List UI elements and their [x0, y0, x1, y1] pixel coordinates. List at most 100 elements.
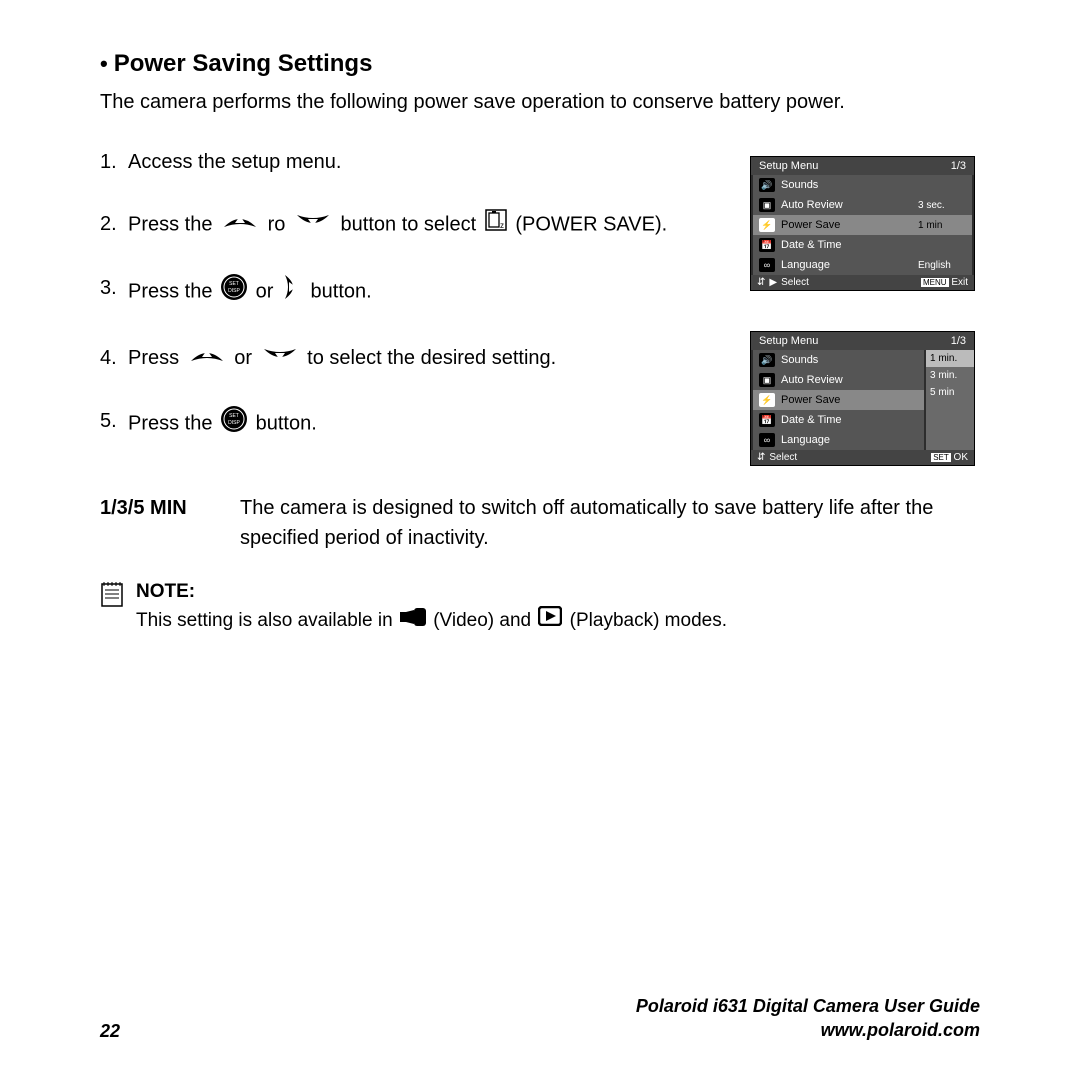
row-label: Auto Review — [781, 374, 918, 386]
step-2: 2. Press the ro button to select z (POWE… — [100, 208, 720, 242]
screen-footer: ⇵ Select SET OK — [751, 450, 974, 465]
footer-left: Select — [769, 452, 797, 463]
updown-icon: ⇵ — [757, 452, 765, 463]
page-number: 22 — [100, 1021, 120, 1042]
sounds-icon: 🔊 — [759, 178, 775, 192]
step-1: 1. Access the setup menu. — [100, 146, 720, 178]
page-footer: 22 Polaroid i631 Digital Camera User Gui… — [100, 995, 980, 1042]
language-icon: ∞ — [759, 433, 775, 447]
language-icon: ∞ — [759, 258, 775, 272]
row-label: Auto Review — [781, 199, 912, 211]
screen-footer: ⇵▶ Select MENU Exit — [751, 275, 974, 290]
t: to select the desired setting. — [307, 347, 556, 369]
t: button. — [311, 280, 372, 302]
lcd-screenshot-2: Setup Menu 1/3 🔊 Sounds ▣ Auto Review ⚡ … — [750, 331, 975, 466]
guide-url: www.polaroid.com — [636, 1019, 980, 1042]
option: 3 min. — [926, 367, 974, 384]
step-3: 3. Press the SETDISP or button. — [100, 272, 720, 312]
t: This setting is also available in — [136, 610, 393, 631]
row-val: English — [918, 260, 966, 271]
guide-title: Polaroid i631 Digital Camera User Guide — [636, 995, 980, 1018]
t: Press the — [128, 412, 212, 434]
step-num: 4. — [100, 342, 128, 375]
intro-text: The camera performs the following power … — [100, 88, 980, 116]
t: (Playback) modes. — [570, 610, 727, 631]
t: ro — [268, 213, 286, 235]
step-body: Press or to select the desired setting. — [128, 342, 720, 375]
video-mode-icon — [400, 607, 426, 636]
option-selected: 1 min. — [926, 350, 974, 367]
step-num: 5. — [100, 405, 128, 443]
step-num: 1. — [100, 146, 128, 178]
t: button. — [256, 412, 317, 434]
notepad-icon — [100, 580, 124, 608]
note-label: NOTE: — [136, 578, 727, 607]
definition-term: 1/3/5 MIN — [100, 493, 240, 553]
menu-row: 📅 Date & Time — [753, 235, 972, 255]
t: Press the — [128, 280, 212, 302]
header-title: Setup Menu — [759, 160, 818, 172]
menu-row: 🔊 Sounds — [753, 175, 972, 195]
menu-row: 📅 Date & Time — [753, 410, 924, 430]
row-label: Date & Time — [781, 414, 918, 426]
menu-row: ∞ Language English — [753, 255, 972, 275]
screen-body: 🔊 Sounds ▣ Auto Review ⚡ Power Save 📅 Da… — [751, 350, 974, 450]
step-5: 5. Press the SETDISP button. — [100, 405, 720, 443]
datetime-icon: 📅 — [759, 413, 775, 427]
menu-row-selected: ⚡ Power Save — [753, 390, 924, 410]
menu-badge: MENU — [921, 278, 949, 287]
updown-icon: ⇵ — [757, 277, 765, 288]
row-label: Language — [781, 259, 912, 271]
footer-right: Polaroid i631 Digital Camera User Guide … — [636, 995, 980, 1042]
step-body: Press the SETDISP or button. — [128, 272, 720, 312]
footer-right: OK — [954, 452, 968, 463]
definition-body: The camera is designed to switch off aut… — [240, 493, 980, 553]
section-title: •Power Saving Settings — [100, 50, 980, 78]
step-body: Press the SETDISP button. — [128, 405, 720, 443]
datetime-icon: 📅 — [759, 238, 775, 252]
svg-text:SET: SET — [229, 413, 239, 419]
step-body: Access the setup menu. — [128, 146, 720, 178]
option: 5 min — [926, 384, 974, 401]
menu-row: ▣ Auto Review — [753, 370, 924, 390]
menu-row-selected: ⚡ Power Save 1 min — [753, 215, 972, 235]
autoreview-icon: ▣ — [759, 198, 775, 212]
up-button-icon — [187, 343, 227, 375]
lcd-screenshot-1: Setup Menu 1/3 🔊 Sounds ▣ Auto Review 3 … — [750, 156, 975, 291]
note-body: This setting is also available in (Video… — [136, 606, 727, 636]
row-label: Power Save — [781, 219, 912, 231]
t: (Video) and — [433, 610, 531, 631]
header-page: 1/3 — [951, 160, 966, 172]
set-badge: SET — [931, 453, 951, 462]
row-label: Date & Time — [781, 239, 912, 251]
title-text: Power Saving Settings — [114, 50, 373, 77]
menu-row: 🔊 Sounds — [753, 350, 924, 370]
t: button to select — [341, 213, 477, 235]
footer-left: Select — [781, 277, 809, 288]
screen-left: 🔊 Sounds ▣ Auto Review ⚡ Power Save 📅 Da… — [751, 350, 926, 450]
row-label: Sounds — [781, 179, 912, 191]
row-label: Language — [781, 434, 918, 446]
playback-mode-icon — [538, 606, 562, 636]
powersave-icon: ⚡ — [759, 218, 775, 232]
row-val: 3 sec. — [918, 200, 966, 211]
svg-text:DISP: DISP — [228, 420, 240, 426]
t: Press — [128, 347, 179, 369]
t: or — [256, 280, 274, 302]
content-row: 1. Access the setup menu. 2. Press the r… — [100, 146, 980, 473]
down-button-icon — [293, 209, 333, 241]
menu-row: ▣ Auto Review 3 sec. — [753, 195, 972, 215]
definition-block: 1/3/5 MIN The camera is designed to swit… — [100, 493, 980, 553]
header-page: 1/3 — [951, 335, 966, 347]
footer-right: Exit — [951, 277, 968, 288]
up-button-icon — [220, 209, 260, 241]
note-block: NOTE: This setting is also available in … — [100, 578, 980, 636]
menu-row: ∞ Language — [753, 430, 924, 450]
row-val: 1 min — [918, 220, 966, 231]
t: Press the — [128, 213, 212, 235]
svg-text:DISP: DISP — [228, 288, 240, 294]
note-content: NOTE: This setting is also available in … — [136, 578, 727, 636]
down-button-icon — [260, 343, 300, 375]
svg-text:SET: SET — [229, 281, 239, 287]
sounds-icon: 🔊 — [759, 353, 775, 367]
